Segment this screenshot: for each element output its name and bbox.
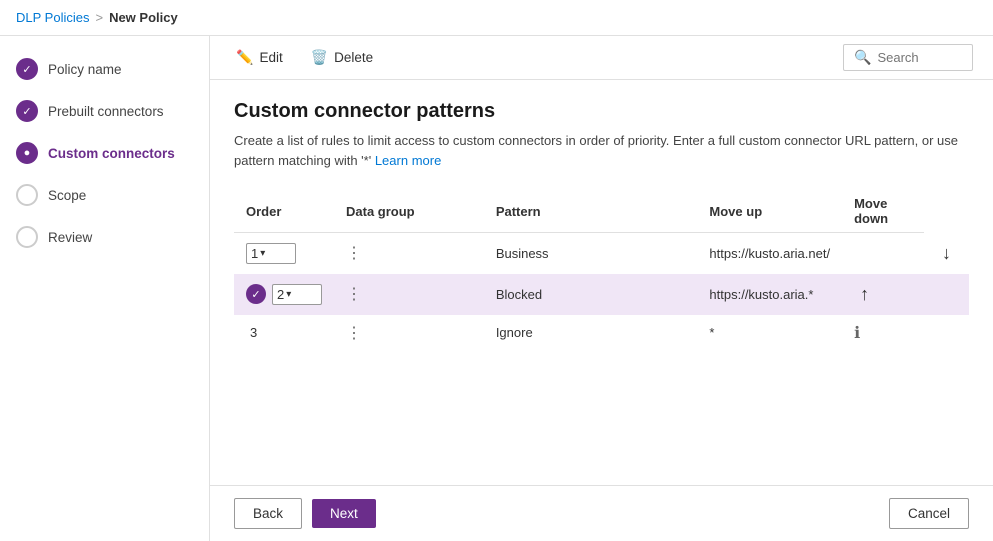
chevron-down-icon: ▾	[286, 289, 291, 300]
footer: Back Next Cancel	[210, 485, 993, 541]
move-down-cell	[924, 315, 969, 351]
move-up-button[interactable]: ↑	[854, 282, 875, 307]
more-options-cell: ⋮	[334, 274, 484, 315]
sidebar-item-scope[interactable]: Scope	[0, 174, 209, 216]
more-options-cell: ⋮	[334, 315, 484, 351]
pattern-cell: https://kusto.aria.*	[697, 274, 842, 315]
search-box[interactable]: 🔍	[843, 44, 973, 71]
col-header-data-group: Data group	[334, 190, 484, 233]
table-row: ✓ 2▾ ⋮ Blockedhttps://kusto.aria.* ↑	[234, 274, 969, 315]
pattern-cell: *	[697, 315, 842, 351]
delete-label: Delete	[334, 50, 373, 65]
breadcrumb-parent[interactable]: DLP Policies	[16, 10, 89, 25]
order-cell: ✓ 2▾	[234, 274, 334, 315]
toolbar: ✏️ Edit 🗑️ Delete 🔍	[210, 36, 993, 80]
sidebar: ✓ Policy name ✓ Prebuilt connectors ● Cu…	[0, 36, 210, 541]
learn-more-link[interactable]: Learn more	[375, 153, 441, 168]
step-icon-scope	[16, 184, 38, 206]
col-header-pattern: Pattern	[484, 190, 698, 233]
more-options-icon[interactable]: ⋮	[346, 245, 362, 262]
col-header-move-down: Move down	[842, 190, 924, 233]
order-cell: 3	[234, 315, 334, 351]
page-description: Create a list of rules to limit access t…	[234, 131, 969, 170]
col-header-move-up: Move up	[697, 190, 842, 233]
check-circle-icon: ✓	[246, 284, 266, 304]
pattern-cell: https://kusto.aria.net/	[697, 233, 842, 274]
search-input[interactable]	[877, 50, 962, 65]
move-up-cell: ↑	[842, 274, 924, 315]
step-icon-policy-name: ✓	[16, 58, 38, 80]
breadcrumb: DLP Policies > New Policy	[0, 0, 993, 36]
page-description-text: Create a list of rules to limit access t…	[234, 133, 958, 168]
order-value: 1	[251, 246, 258, 261]
data-group-cell: Business	[484, 233, 698, 274]
chevron-down-icon: ▾	[260, 248, 265, 259]
edit-label: Edit	[259, 50, 282, 65]
next-button[interactable]: Next	[312, 499, 376, 528]
more-options-icon[interactable]: ⋮	[346, 325, 362, 342]
sidebar-item-label-policy-name: Policy name	[48, 62, 122, 77]
step-icon-custom-connectors: ●	[16, 142, 38, 164]
sidebar-item-label-prebuilt-connectors: Prebuilt connectors	[48, 104, 164, 119]
edit-button[interactable]: ✏️ Edit	[230, 45, 289, 70]
move-up-cell: ℹ	[842, 315, 924, 351]
page-title: Custom connector patterns	[234, 100, 969, 123]
delete-icon: 🗑️	[311, 49, 328, 66]
move-down-cell	[924, 274, 969, 315]
cancel-button[interactable]: Cancel	[889, 498, 969, 529]
order-dropdown[interactable]: 2▾	[272, 284, 322, 305]
breadcrumb-current: New Policy	[109, 10, 178, 25]
order-cell: 1▾	[234, 233, 334, 274]
order-value: 2	[277, 287, 284, 302]
sidebar-item-custom-connectors[interactable]: ● Custom connectors	[0, 132, 209, 174]
table-row: 1▾ ⋮ Businesshttps://kusto.aria.net/ ↓	[234, 233, 969, 274]
more-options-icon[interactable]: ⋮	[346, 286, 362, 303]
sidebar-item-label-review: Review	[48, 230, 92, 245]
sidebar-item-prebuilt-connectors[interactable]: ✓ Prebuilt connectors	[0, 90, 209, 132]
data-group-cell: Ignore	[484, 315, 698, 351]
move-up-cell	[842, 233, 924, 274]
order-number: 3	[246, 323, 261, 342]
breadcrumb-separator: >	[95, 10, 103, 25]
search-icon: 🔍	[854, 49, 871, 66]
sidebar-item-review[interactable]: Review	[0, 216, 209, 258]
step-icon-review	[16, 226, 38, 248]
more-options-cell: ⋮	[334, 233, 484, 274]
info-icon: ℹ	[854, 325, 860, 342]
delete-button[interactable]: 🗑️ Delete	[305, 45, 379, 70]
step-icon-prebuilt-connectors: ✓	[16, 100, 38, 122]
table-row: 3 ⋮ Ignore* ℹ	[234, 315, 969, 351]
sidebar-item-label-scope: Scope	[48, 188, 86, 203]
sidebar-item-policy-name[interactable]: ✓ Policy name	[0, 48, 209, 90]
data-group-cell: Blocked	[484, 274, 698, 315]
connector-table: Order Data group Pattern Move up Move do…	[234, 190, 969, 351]
edit-icon: ✏️	[236, 49, 253, 66]
move-down-cell: ↓	[924, 233, 969, 274]
col-header-order: Order	[234, 190, 334, 233]
sidebar-item-label-custom-connectors: Custom connectors	[48, 146, 175, 161]
order-dropdown[interactable]: 1▾	[246, 243, 296, 264]
page-body: Custom connector patterns Create a list …	[210, 80, 993, 485]
back-button[interactable]: Back	[234, 498, 302, 529]
move-down-button[interactable]: ↓	[936, 241, 957, 266]
content-area: ✏️ Edit 🗑️ Delete 🔍 Custom connector pat…	[210, 36, 993, 541]
